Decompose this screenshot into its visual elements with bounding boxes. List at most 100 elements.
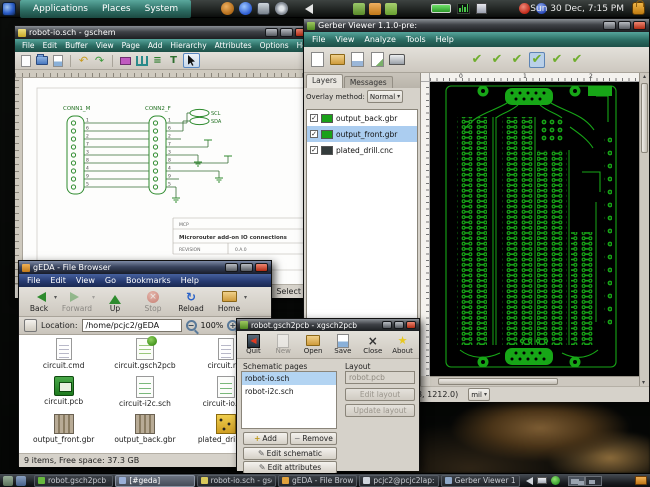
file-browser-menu[interactable]: Help <box>176 276 204 285</box>
maximize-button[interactable] <box>618 21 631 30</box>
gerbv-tool-icon[interactable] <box>569 52 585 68</box>
redo-icon[interactable]: ↷ <box>93 54 106 67</box>
gerbv-tool-icon[interactable] <box>529 52 545 68</box>
gerbv-tool-icon[interactable] <box>329 52 345 68</box>
close-button[interactable] <box>406 321 416 329</box>
status-tray-icon[interactable] <box>551 476 560 485</box>
undo-icon[interactable]: ↶ <box>77 54 90 67</box>
gschem-menu[interactable]: Attributes <box>211 41 256 50</box>
gerbv-titlebar[interactable]: Gerber Viewer 1.1.0-pre: <box>304 19 649 32</box>
remove-button[interactable]: −Remove <box>290 432 337 445</box>
units-select[interactable]: mil ▾ <box>468 388 490 401</box>
gschem-menu[interactable]: File <box>18 41 39 50</box>
gschem-menu[interactable]: Buffer <box>61 41 92 50</box>
cpu-monitor-icon[interactable] <box>457 3 470 14</box>
task-button[interactable]: [#geda] <box>115 475 194 487</box>
maximize-button[interactable] <box>240 263 253 272</box>
maximize-button[interactable] <box>280 28 293 37</box>
distro-menu-icon[interactable] <box>2 2 16 16</box>
gschem-menu[interactable]: Options <box>256 41 293 50</box>
minimize-button[interactable] <box>265 28 278 37</box>
toolbar-button[interactable]: ▾ Up <box>99 290 131 313</box>
add-text-icon[interactable]: T <box>167 54 180 67</box>
file-item[interactable]: circuit-i2c.sch <box>104 375 185 413</box>
close-button[interactable] <box>255 263 268 272</box>
panel-menu[interactable]: Places <box>95 4 138 14</box>
select-mode-button[interactable] <box>183 53 200 68</box>
gerbv-tool-icon[interactable] <box>369 52 385 68</box>
layer-color-swatch[interactable] <box>321 114 333 123</box>
maximize-button[interactable] <box>394 321 404 329</box>
applet-box-icon[interactable] <box>476 3 487 14</box>
gerbv-tool-icon[interactable] <box>449 52 465 68</box>
open-icon[interactable] <box>35 54 48 67</box>
volume-tray-icon[interactable] <box>526 477 533 485</box>
workspace-1[interactable] <box>568 476 585 486</box>
file-browser-menu[interactable]: Go <box>100 276 121 285</box>
schematic-canvas[interactable]: CONN1_M 1 6 2 7 <box>23 78 311 284</box>
window-list-icon[interactable] <box>16 476 26 486</box>
vertical-scrollbar[interactable]: ▴▾ <box>639 73 649 386</box>
toolbar-button[interactable]: Quit <box>241 334 266 355</box>
chevron-down-icon[interactable]: ▾ <box>92 294 95 301</box>
gerbv-tool-icon[interactable] <box>429 52 445 68</box>
file-item[interactable]: circuit.gsch2pcb <box>104 337 185 375</box>
gerbv-menu[interactable]: Analyze <box>359 35 401 44</box>
file-browser-titlebar[interactable]: gEDA - File Browser <box>19 261 271 274</box>
add-button[interactable]: +Add <box>243 432 288 445</box>
task-button[interactable]: gEDA - File Browser <box>278 475 357 487</box>
gerbv-tool-icon[interactable] <box>469 52 485 68</box>
file-browser-menu[interactable]: File <box>22 276 45 285</box>
workspace-2[interactable] <box>585 476 602 486</box>
chevron-down-icon[interactable]: ▾ <box>54 294 57 301</box>
gerbv-menu[interactable]: Help <box>431 35 459 44</box>
toolbar-button[interactable]: Close <box>360 334 385 355</box>
gschem-menu[interactable]: Edit <box>39 41 62 50</box>
toolbar-button[interactable]: ▾ Forward <box>61 290 93 313</box>
applet-icon-3[interactable] <box>385 3 397 15</box>
task-button[interactable]: Gerber Viewer 1.1... <box>441 475 520 487</box>
location-input[interactable]: /home/pcjc2/gEDA <box>82 319 182 332</box>
toolbar-button[interactable]: ▾ Back <box>23 290 55 313</box>
file-browser-menu[interactable]: Bookmarks <box>121 276 176 285</box>
gschem-titlebar[interactable]: robot-io.sch - gschem <box>15 26 311 39</box>
clock-launcher-icon[interactable] <box>221 2 234 15</box>
horizontal-scrollbar[interactable] <box>430 376 641 386</box>
location-toggle-button[interactable] <box>24 319 37 332</box>
show-desktop-icon[interactable] <box>3 476 13 486</box>
minimize-button[interactable] <box>603 21 616 30</box>
overlay-method-select[interactable]: Normal ▾ <box>367 90 403 103</box>
gerbv-tool-icon[interactable] <box>549 52 565 68</box>
gerbv-tab[interactable]: Layers <box>306 74 343 88</box>
mail-tray-icon[interactable] <box>537 477 547 484</box>
volume-icon[interactable] <box>305 4 313 14</box>
notification-icon[interactable] <box>519 3 530 14</box>
gerbv-tool-icon[interactable] <box>489 52 505 68</box>
zoom-out-icon[interactable]: − <box>186 320 197 331</box>
edit-layout-button[interactable]: Edit layout <box>345 388 415 401</box>
toolbar-button[interactable]: ▾ Stop <box>137 290 169 313</box>
panel-menu[interactable]: System <box>138 4 186 14</box>
gerbv-menu[interactable]: View <box>330 35 359 44</box>
add-attribute-icon[interactable]: ≡ <box>151 54 164 67</box>
gerbv-tab[interactable]: Messages <box>344 76 393 88</box>
applet-icon-2[interactable] <box>369 3 381 15</box>
gerbv-tool-icon[interactable] <box>389 52 405 68</box>
toolbar-button[interactable]: Open <box>301 334 326 355</box>
gerbv-menu[interactable]: Tools <box>401 35 431 44</box>
file-item[interactable]: output_back.gbr <box>104 413 185 451</box>
file-browser-menu[interactable]: Edit <box>45 276 71 285</box>
layer-color-swatch[interactable] <box>321 130 333 139</box>
lock-screen-icon[interactable] <box>632 2 645 15</box>
layer-row[interactable]: plated_drill.cnc <box>307 142 417 158</box>
xgsch2pcb-titlebar[interactable]: robot.gsch2pcb - xgsch2pcb <box>237 319 419 331</box>
gerbv-tool-icon[interactable] <box>309 52 325 68</box>
task-button[interactable]: robot-io.sch - gsch... <box>197 475 276 487</box>
minimize-button[interactable] <box>225 263 238 272</box>
gschem-menu[interactable]: View <box>92 41 118 50</box>
gschem-menu[interactable]: Add <box>144 41 167 50</box>
toolbar-button[interactable]: About <box>390 334 415 355</box>
new-icon[interactable] <box>19 54 32 67</box>
layer-visibility-checkbox[interactable] <box>310 130 318 138</box>
gerbv-menu[interactable]: File <box>307 35 330 44</box>
